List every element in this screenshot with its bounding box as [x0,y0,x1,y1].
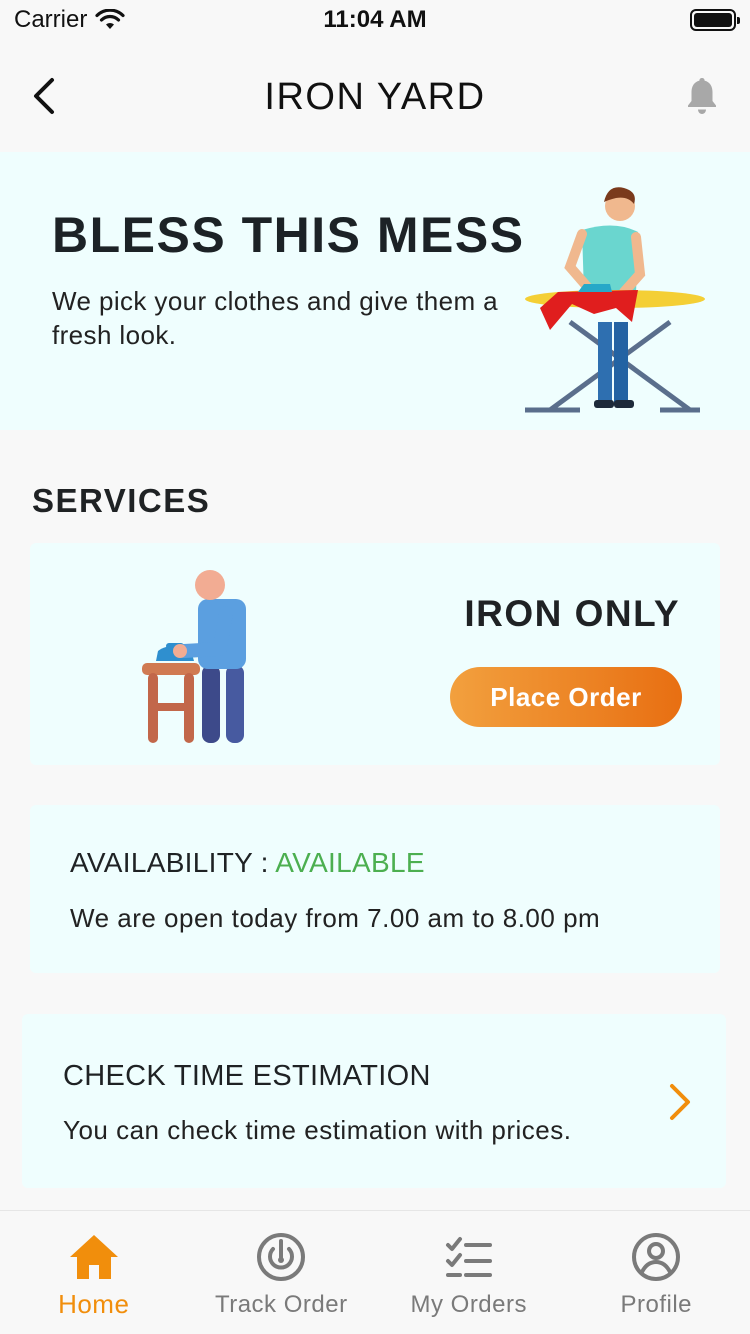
nav-bar: IRON YARD [0,50,750,145]
tab-home[interactable]: Home [0,1211,188,1334]
services-heading: SERVICES [32,482,211,519]
tab-track-order[interactable]: Track Order [188,1211,376,1334]
profile-icon [632,1233,681,1281]
status-time: 11:04 AM [323,6,427,33]
hero-subtitle: We pick your clothes and give them a fre… [52,286,499,350]
time-estimation-subtitle: You can check time estimation with price… [63,1115,572,1145]
tab-bar: Home Track Order My Orders Profile [0,1210,750,1334]
ironing-person-illustration [142,570,246,743]
tab-profile[interactable]: Profile [563,1211,750,1334]
availability-card: AVAILABILITY : AVAILABLE We are open tod… [30,805,720,973]
service-card-iron-only: IRON ONLY Place Order [30,543,720,765]
battery-icon [690,9,740,31]
ironing-man-illustration [525,187,705,413]
notification-bell-icon[interactable] [682,74,722,118]
place-order-button[interactable]: Place Order [450,667,682,727]
chevron-right-icon[interactable] [666,1082,694,1122]
service-name: IRON ONLY [464,593,680,634]
availability-label: AVAILABILITY : [70,847,276,878]
time-estimation-card[interactable]: CHECK TIME ESTIMATION You can check time… [22,1014,726,1188]
tab-track-order-label: Track Order [214,1291,348,1318]
tab-profile-label: Profile [620,1291,693,1318]
time-estimation-title: CHECK TIME ESTIMATION [63,1060,431,1092]
hero-banner: BLESS THIS MESS We pick your clothes and… [0,152,750,430]
checklist-icon [445,1237,492,1277]
availability-status: AVAILABLE [275,847,425,878]
status-bar: Carrier 11:04 AM [0,0,750,40]
opening-hours: We are open today from 7.00 am to 8.00 p… [70,903,601,933]
tab-my-orders[interactable]: My Orders [375,1211,563,1334]
tab-home-label: Home [58,1289,130,1319]
hero-title: BLESS THIS MESS [52,207,525,263]
page-title: IRON YARD [264,76,486,118]
availability-line: AVAILABILITY : AVAILABLE [70,847,425,879]
track-order-icon [257,1233,306,1281]
home-icon [69,1235,118,1279]
tab-my-orders-label: My Orders [410,1291,527,1318]
